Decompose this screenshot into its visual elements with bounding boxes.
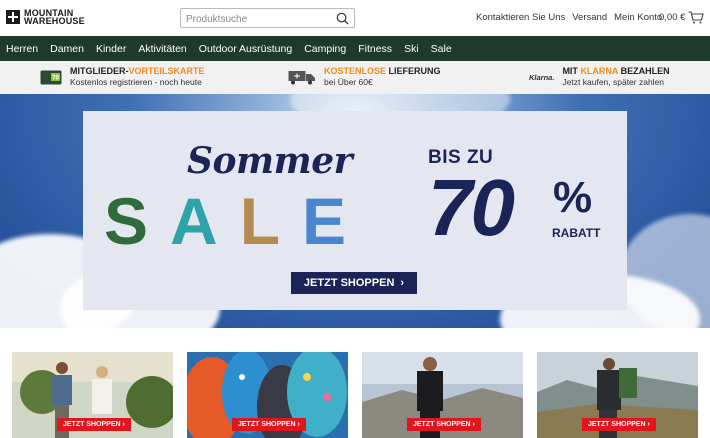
top-links: Kontaktieren Sie Uns Versand Mein Konto [476, 12, 662, 23]
contact-link[interactable]: Kontaktieren Sie Uns [476, 12, 565, 23]
account-link[interactable]: Mein Konto [614, 12, 662, 23]
search-box [180, 8, 355, 29]
nav-item-aktivitaeten[interactable]: Aktivitäten [138, 43, 186, 55]
benefit-klarna-sub: Jetzt kaufen, später zahlen [562, 77, 665, 87]
main-nav: Herren Damen Kinder Aktivitäten Outdoor … [0, 36, 710, 61]
benefit-member-title: MITGLIEDER-VORTEILSKARTE [70, 66, 205, 76]
benefit-member-card[interactable]: 70 MITGLIEDER-VORTEILSKARTE Kostenlos re… [40, 66, 205, 88]
shipping-link[interactable]: Versand [572, 12, 607, 23]
category-tiles: JETZT SHOPPEN › JETZT SHOPPEN › JETZT SH… [0, 352, 710, 438]
delivery-truck-icon [288, 71, 315, 85]
hero-card: Sommer SALE BIS ZU 70 % RABATT JETZT SHO… [83, 111, 627, 310]
sale-letter-a: A [170, 184, 240, 258]
klarna-logo: Klarna. [529, 72, 555, 82]
sale-letter-l: L [239, 184, 303, 258]
member-card-icon-text: 70 [52, 75, 59, 81]
benefit-member-sub: Kostenlos registrieren - noch heute [70, 77, 202, 87]
mountain-warehouse-logo[interactable]: MOUNTAIN WAREHOUSE [6, 9, 85, 26]
sale-letter-e: E [302, 184, 369, 258]
hero-banner[interactable]: Sommer SALE BIS ZU 70 % RABATT JETZT SHO… [0, 94, 710, 328]
tile-shop-button[interactable]: JETZT SHOPPEN › [407, 418, 481, 431]
logo-line-2: WAREHOUSE [24, 16, 85, 26]
nav-item-damen[interactable]: Damen [50, 43, 84, 55]
search-input[interactable] [186, 10, 336, 29]
hero-shop-button-label: JETZT SHOPPEN [303, 277, 395, 289]
member-card-icon: 70 [40, 70, 62, 84]
nav-item-sale[interactable]: Sale [431, 43, 452, 55]
hero-sale-word: SALE [104, 183, 368, 259]
hero-script-word: Sommer [187, 140, 353, 182]
tile-shop-button[interactable]: JETZT SHOPPEN › [57, 418, 131, 431]
nav-item-camping[interactable]: Camping [304, 43, 346, 55]
logo-cross-icon [6, 10, 20, 24]
cart-icon [688, 11, 705, 24]
hero-shop-button[interactable]: JETZT SHOPPEN › [291, 272, 417, 294]
category-tile-hiking[interactable]: JETZT SHOPPEN › [537, 352, 698, 438]
benefit-delivery-title: KOSTENLOSE LIEFERUNG [324, 66, 441, 76]
category-tile-sleeping-bags[interactable]: JETZT SHOPPEN › [187, 352, 348, 438]
benefit-klarna[interactable]: Klarna. MIT KLARNA BEZAHLEN Jetzt kaufen… [529, 66, 670, 88]
search-icon[interactable] [336, 12, 349, 25]
tile-shop-button[interactable]: JETZT SHOPPEN › [582, 418, 656, 431]
tile-shop-button[interactable]: JETZT SHOPPEN › [232, 418, 306, 431]
cart-total: 0,00 € [659, 12, 686, 23]
category-tile-wetsuit[interactable]: JETZT SHOPPEN › [362, 352, 523, 438]
nav-item-fitness[interactable]: Fitness [358, 43, 392, 55]
cart-button[interactable]: 0,00 € [659, 11, 705, 24]
nav-item-outdoor-ausruestung[interactable]: Outdoor Ausrüstung [199, 43, 292, 55]
nav-item-kinder[interactable]: Kinder [96, 43, 126, 55]
category-tile-summer[interactable]: JETZT SHOPPEN › [12, 352, 173, 438]
benefits-bar: 70 MITGLIEDER-VORTEILSKARTE Kostenlos re… [0, 61, 710, 94]
benefit-klarna-title: MIT KLARNA BEZAHLEN [562, 66, 670, 76]
site-header: MOUNTAIN WAREHOUSE Kontaktieren Sie Uns … [0, 0, 710, 36]
hero-percent-value: 70 [428, 163, 515, 252]
nav-item-ski[interactable]: Ski [404, 43, 419, 55]
benefit-free-delivery[interactable]: KOSTENLOSE LIEFERUNG bei Über 60€ [288, 66, 441, 88]
nav-item-herren[interactable]: Herren [6, 43, 38, 55]
chevron-right-icon: › [400, 277, 405, 289]
hero-rabatt: RABATT [552, 226, 601, 240]
benefit-delivery-sub: bei Über 60€ [324, 77, 373, 87]
sale-letter-s: S [104, 184, 171, 258]
hero-percent-sign: % [553, 173, 593, 222]
